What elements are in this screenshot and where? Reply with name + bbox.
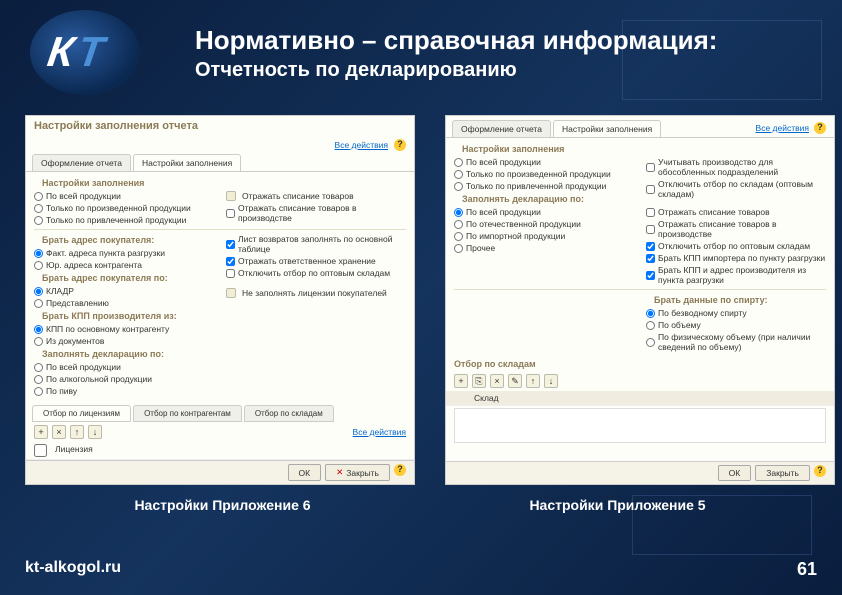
help-icon[interactable]: ?: [814, 465, 826, 477]
copy-button[interactable]: ⎘: [472, 374, 486, 388]
filter-title: Отбор по складам: [446, 357, 834, 371]
title: Нормативно – справочная информация:: [195, 25, 717, 56]
ok-button[interactable]: ОК: [288, 464, 322, 481]
section-decl: Заполнять декларацию по:: [454, 192, 634, 206]
radio-present[interactable]: [34, 299, 43, 308]
page-number: 61: [797, 559, 817, 580]
radio-decl-all[interactable]: [34, 363, 43, 372]
all-actions-link[interactable]: Все действия: [753, 120, 812, 137]
subtab-contragent[interactable]: Отбор по контрагентам: [133, 405, 242, 422]
radio-all[interactable]: [454, 158, 463, 167]
close-button[interactable]: ✕Закрыть: [325, 464, 390, 481]
add-button[interactable]: +: [34, 425, 48, 439]
section-decl: Заполнять декларацию по:: [34, 347, 214, 361]
settings-panel-6: Настройки заполнения отчета Все действия…: [25, 115, 415, 485]
panel-title: Настройки заполнения отчета: [26, 116, 414, 136]
section-addr2: Брать адрес покупателя по:: [34, 271, 214, 285]
radio-phys-volume[interactable]: [646, 338, 655, 347]
subtab-warehouse[interactable]: Отбор по складам: [244, 405, 334, 422]
tab-fill-settings[interactable]: Настройки заполнения: [133, 154, 241, 171]
radio-decl-import[interactable]: [454, 232, 463, 241]
delete-button[interactable]: ×: [52, 425, 66, 439]
warehouse-table[interactable]: [454, 408, 826, 443]
subtitle: Отчетность по декларированию: [195, 59, 717, 82]
check-disable-opt[interactable]: [646, 242, 655, 251]
tab-design[interactable]: Оформление отчета: [452, 120, 551, 137]
check-kpp-import[interactable]: [646, 254, 655, 263]
ok-button[interactable]: ОК: [718, 465, 752, 481]
check-disable-filter[interactable]: [226, 269, 235, 278]
radio-attracted[interactable]: [454, 182, 463, 191]
down-button[interactable]: ↓: [88, 425, 102, 439]
check-writeoff[interactable]: [646, 208, 655, 217]
radio-decl-all[interactable]: [454, 208, 463, 217]
caption-right: Настройки Приложение 5: [529, 497, 705, 513]
check-subdiv[interactable]: [646, 163, 655, 172]
help-icon[interactable]: ?: [814, 122, 826, 134]
all-actions-link2[interactable]: Все действия: [353, 427, 406, 437]
edit-button[interactable]: ✎: [508, 374, 522, 388]
radio-decl-alco[interactable]: [34, 375, 43, 384]
subtab-license[interactable]: Отбор по лицензиям: [32, 405, 131, 422]
radio-produced[interactable]: [34, 204, 43, 213]
section-spirit: Брать данные по спирту:: [646, 293, 826, 307]
check-writeoff-prod[interactable]: [646, 225, 655, 234]
radio-volume[interactable]: [646, 321, 655, 330]
help-icon[interactable]: ?: [394, 464, 406, 476]
settings-panel-5: Оформление отчета Настройки заполнения В…: [445, 115, 835, 485]
help-icon[interactable]: ?: [394, 139, 406, 151]
plus-icon: [226, 191, 236, 201]
col-warehouse: Склад: [474, 393, 499, 403]
row-check[interactable]: [34, 444, 47, 457]
all-actions-link[interactable]: Все действия: [335, 140, 388, 150]
radio-decl-beer[interactable]: [34, 387, 43, 396]
radio-decl-other[interactable]: [454, 244, 463, 253]
section-kpp: Брать КПП производителя из:: [34, 309, 214, 323]
site-url: kt-alkogol.ru: [25, 559, 121, 580]
check-resp-storage[interactable]: [226, 257, 235, 266]
radio-all-prod[interactable]: [34, 192, 43, 201]
radio-produced[interactable]: [454, 170, 463, 179]
up-button[interactable]: ↑: [70, 425, 84, 439]
delete-button[interactable]: ×: [490, 374, 504, 388]
check-writeoff-prod[interactable]: [226, 209, 235, 218]
radio-kpp-main[interactable]: [34, 325, 43, 334]
radio-kladr[interactable]: [34, 287, 43, 296]
add-button[interactable]: +: [454, 374, 468, 388]
caption-left: Настройки Приложение 6: [134, 497, 310, 513]
radio-decl-domestic[interactable]: [454, 220, 463, 229]
down-button[interactable]: ↓: [544, 374, 558, 388]
radio-kpp-docs[interactable]: [34, 337, 43, 346]
radio-anhydrous[interactable]: [646, 309, 655, 318]
radio-jur-addr[interactable]: [34, 261, 43, 270]
minus-icon: [226, 288, 236, 298]
section-addr: Брать адрес покупателя:: [34, 233, 214, 247]
section-fill: Настройки заполнения: [34, 176, 406, 190]
check-disable-wh[interactable]: [646, 185, 655, 194]
close-button[interactable]: Закрыть: [755, 465, 810, 481]
radio-attracted[interactable]: [34, 216, 43, 225]
radio-fact-addr[interactable]: [34, 249, 43, 258]
up-button[interactable]: ↑: [526, 374, 540, 388]
check-kpp-addr[interactable]: [646, 271, 655, 280]
tab-fill-settings[interactable]: Настройки заполнения: [553, 120, 661, 137]
check-returns[interactable]: [226, 240, 235, 249]
slide-header: Нормативно – справочная информация: Отче…: [195, 25, 717, 82]
section-fill: Настройки заполнения: [454, 142, 826, 156]
tab-design[interactable]: Оформление отчета: [32, 154, 131, 171]
logo: КТ: [30, 10, 160, 100]
col-license: Лицензия: [55, 444, 93, 457]
